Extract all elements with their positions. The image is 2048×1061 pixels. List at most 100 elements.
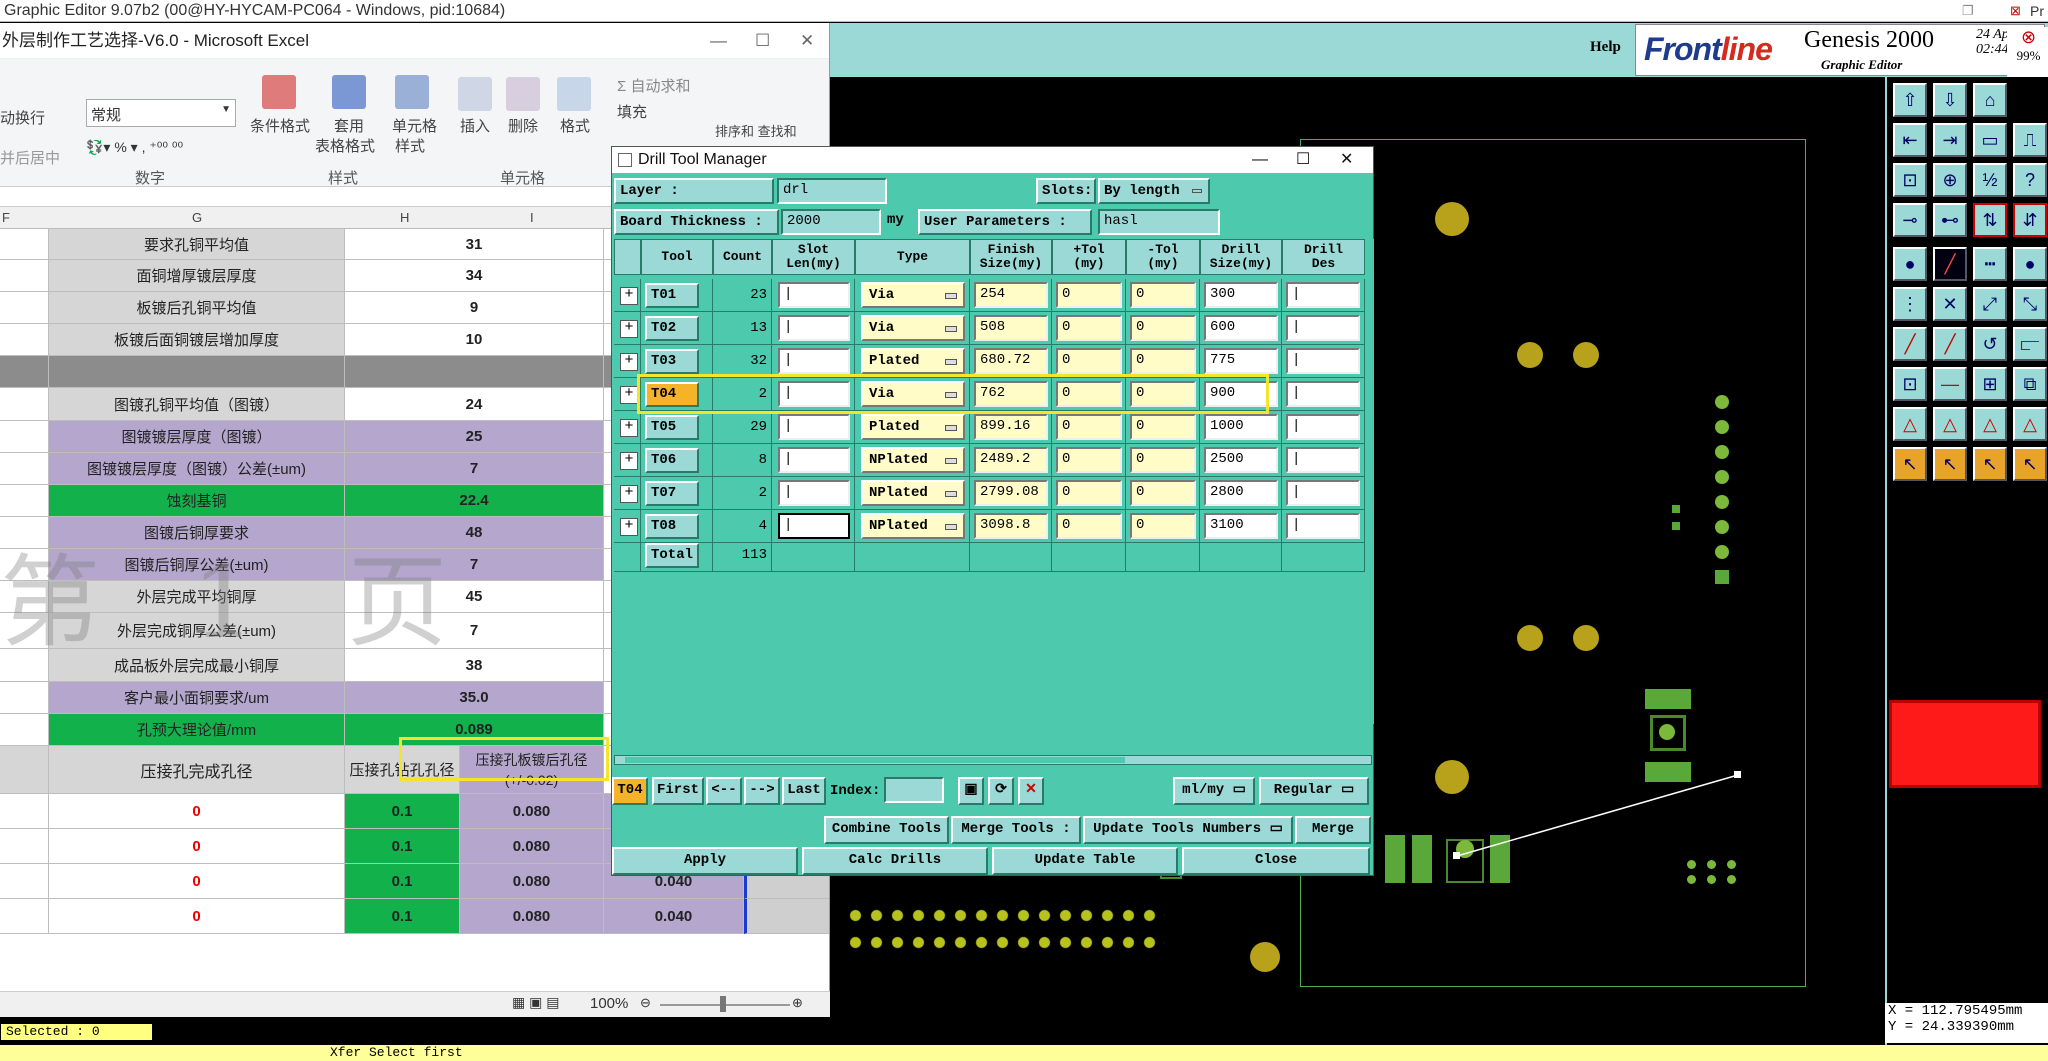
press-drill[interactable]: 0.1 <box>345 829 460 864</box>
drill-size-input[interactable]: 2500 <box>1204 447 1278 473</box>
press-plate[interactable]: 0.080 <box>460 864 604 899</box>
cell-f[interactable] <box>0 324 49 356</box>
wrap-text-button[interactable]: 动换行 <box>0 107 45 128</box>
plus-tol-input[interactable]: 0 <box>1056 414 1122 440</box>
format-button[interactable]: 格式 <box>560 115 590 136</box>
move-right-icon[interactable]: ⇥ <box>1933 123 1967 157</box>
expand-icon[interactable]: + <box>620 320 638 338</box>
cell-value[interactable]: 35.0 <box>345 682 604 714</box>
line-draw2-icon[interactable]: ╱ <box>1933 327 1967 361</box>
minus-tol-input[interactable]: 0 <box>1130 381 1196 407</box>
drill-size-input[interactable]: 300 <box>1204 282 1278 308</box>
calc-drills-button[interactable]: Calc Drills <box>802 847 988 875</box>
minimize-icon[interactable]: — <box>710 23 727 59</box>
drill-size-input[interactable]: 1000 <box>1204 414 1278 440</box>
triangle2-icon[interactable]: △ <box>1933 407 1967 441</box>
col-h[interactable]: H <box>400 210 409 225</box>
board-thickness-field[interactable]: 2000 <box>781 209 881 235</box>
slot-len-input[interactable]: | <box>778 480 850 506</box>
slot-len-input[interactable]: | <box>778 348 850 374</box>
slot-len-input[interactable]: | <box>778 513 850 539</box>
col-g[interactable]: G <box>192 210 202 225</box>
plus-tol-input[interactable]: 0 <box>1056 348 1122 374</box>
expand-icon[interactable]: + <box>620 353 638 371</box>
move-left-icon[interactable]: ⇤ <box>1893 123 1927 157</box>
cell-label[interactable]: 图镀镀层厚度（图镀）公差(±um) <box>49 453 345 485</box>
cross-icon[interactable]: ✕ <box>1933 287 1967 321</box>
maximize-icon[interactable]: ☐ <box>755 23 770 59</box>
tool-name[interactable]: T04 <box>645 382 699 407</box>
delete-icon[interactable]: ✕ <box>1018 777 1044 805</box>
merge-center-button[interactable]: 并后居中 <box>0 147 60 168</box>
minus-tol-input[interactable]: 0 <box>1130 414 1196 440</box>
prev-button[interactable]: <-- <box>706 777 742 805</box>
insert-button[interactable]: 插入 <box>460 115 490 136</box>
home-icon[interactable]: ⌂ <box>1973 83 2007 117</box>
fill-button[interactable]: 填充 <box>617 101 647 122</box>
pad-add-icon[interactable]: ● <box>1893 247 1927 281</box>
conditional-format-icon[interactable] <box>262 75 296 109</box>
press-drill[interactable]: 0.1 <box>345 794 460 829</box>
pad-edit-icon[interactable]: ⊡ <box>1893 367 1927 401</box>
table-format-icon[interactable] <box>332 75 366 109</box>
layer-field[interactable]: drl <box>777 178 887 204</box>
press-finish[interactable]: 0 <box>49 829 345 864</box>
cell-f[interactable] <box>0 421 49 453</box>
insert-icon[interactable] <box>458 77 492 111</box>
drill-des-input[interactable]: | <box>1286 348 1360 374</box>
minus-tol-input[interactable]: 0 <box>1130 480 1196 506</box>
finish-size-input[interactable]: 762 <box>974 381 1048 407</box>
slot-len-input[interactable]: | <box>778 315 850 341</box>
expand-icon[interactable]: + <box>620 452 638 470</box>
cell-label[interactable]: 板镀后孔铜平均值 <box>49 292 345 324</box>
tool-name[interactable]: T03 <box>645 349 699 374</box>
tool-name[interactable]: T07 <box>645 481 699 506</box>
slot-len-input[interactable]: | <box>778 447 850 473</box>
type-select[interactable]: Via <box>861 381 965 407</box>
refresh-icon[interactable]: ⟳ <box>988 777 1014 805</box>
cell-f[interactable] <box>0 292 49 324</box>
layer-color-swatch[interactable] <box>1889 700 2041 788</box>
tool-name[interactable]: T02 <box>645 316 699 341</box>
press-finish[interactable]: 0 <box>49 864 345 899</box>
cell-style-icon[interactable] <box>395 75 429 109</box>
tool-header[interactable]: Tool <box>641 239 713 275</box>
minus-icon[interactable]: — <box>1933 367 1967 401</box>
cell-f[interactable] <box>0 485 49 517</box>
close-icon[interactable]: ✕ <box>800 23 814 59</box>
drill-size-input[interactable]: 900 <box>1204 381 1278 407</box>
select4-icon[interactable]: ↖ <box>2013 447 2047 481</box>
cell-value[interactable]: 24 <box>345 388 604 421</box>
cell-value[interactable]: 7 <box>345 453 604 485</box>
layer-down-icon[interactable]: ⇩ <box>1933 83 1967 117</box>
tool-name[interactable]: T06 <box>645 448 699 473</box>
tool-name[interactable]: T05 <box>645 415 699 440</box>
triangle-icon[interactable]: △ <box>1893 407 1927 441</box>
minus-tol-input[interactable]: 0 <box>1130 513 1196 539</box>
cell-f[interactable] <box>0 682 49 714</box>
press-finish[interactable]: 0 <box>49 899 345 934</box>
slot-len-input[interactable]: | <box>778 282 850 308</box>
finish-size-input[interactable]: 680.72 <box>974 348 1048 374</box>
cell-style-button[interactable]: 单元格 <box>392 115 437 136</box>
press-plate[interactable]: 0.080 <box>460 829 604 864</box>
cell-f[interactable] <box>0 229 49 260</box>
help-icon[interactable]: ? <box>2013 163 2047 197</box>
press-finish[interactable]: 0 <box>49 794 345 829</box>
first-button[interactable]: First <box>652 777 704 805</box>
type-header[interactable]: Type <box>855 239 970 275</box>
finish-size-input[interactable]: 2799.08 <box>974 480 1048 506</box>
cell-label[interactable]: 图镀镀层厚度（图镀） <box>49 421 345 453</box>
plus-tol-input[interactable]: 0 <box>1056 480 1122 506</box>
mark-icon[interactable]: ▣ <box>958 777 984 805</box>
cell-f[interactable] <box>0 794 49 829</box>
triangle4-icon[interactable]: △ <box>2013 407 2047 441</box>
cell-f[interactable] <box>0 899 49 934</box>
cell-f[interactable] <box>0 864 49 899</box>
drill-size-header[interactable]: Drill Size(my) <box>1200 239 1282 275</box>
number-format-select[interactable]: 常规 ▼ <box>86 99 236 127</box>
view-icons[interactable]: ▦ ▣ ▤ <box>512 994 559 1011</box>
type-select[interactable]: NPlated <box>861 480 965 506</box>
update-table-button[interactable]: Update Table <box>992 847 1178 875</box>
press-drill[interactable]: 0.1 <box>345 899 460 934</box>
